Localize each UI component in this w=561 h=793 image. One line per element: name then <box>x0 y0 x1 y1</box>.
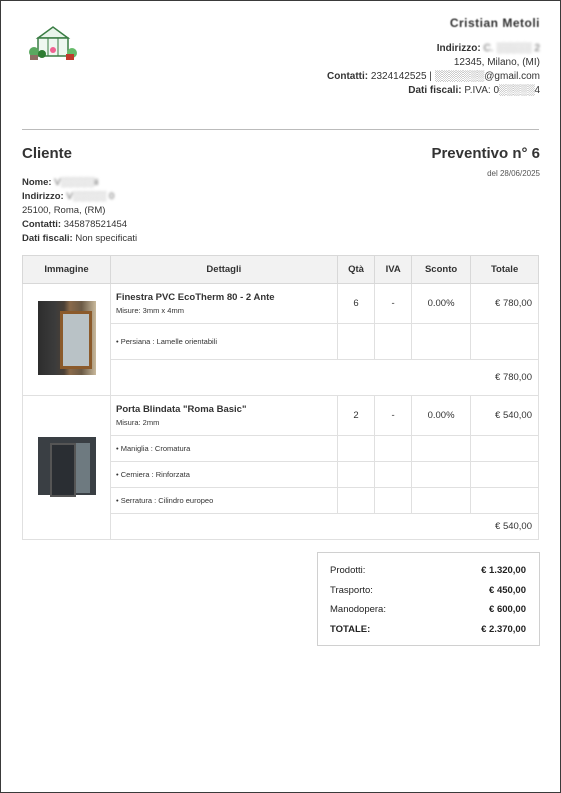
client-info: Nome: V░░░░░ii Indirizzo: V░░░░░ 0 25100… <box>22 176 137 246</box>
table-row: Porta Blindata "Roma Basic" Misura: 2mm … <box>21 395 539 540</box>
header-qty: Qtà <box>336 255 376 284</box>
product-name: Porta Blindata "Roma Basic" <box>116 404 247 415</box>
quote-date: del 28/06/2025 <box>487 169 540 178</box>
product-name: Finestra PVC EcoTherm 80 - 2 Ante <box>116 292 275 303</box>
quote-title: Preventivo n° 6 <box>431 145 540 162</box>
items-table: Immagine Dettagli Qtà IVA Sconto Totale … <box>21 255 539 540</box>
client-contacts-label: Contatti: <box>22 219 62 230</box>
table-row: Finestra PVC EcoTherm 80 - 2 Ante Misure… <box>21 283 539 396</box>
product-subtotal: € 540,00 <box>110 513 539 540</box>
product-qty: 6 <box>336 283 376 324</box>
greenhouse-logo-icon <box>28 24 78 62</box>
client-city: 25100, Roma, (RM) <box>22 205 106 216</box>
door-product-image <box>37 437 96 497</box>
client-fiscal: Non specificati <box>75 233 138 244</box>
product-image-cell <box>21 395 112 540</box>
product-measure: Misure: 3mm x 4mm <box>116 306 184 315</box>
total-label: TOTALE: <box>330 624 371 635</box>
company-city: 12345, Milano, (MI) <box>453 57 540 68</box>
shipping-value: € 450,00 <box>489 585 526 596</box>
product-qty: 2 <box>336 395 376 436</box>
product-measure: Misura: 2mm <box>116 418 160 427</box>
shipping-label: Trasporto: <box>330 585 373 596</box>
product-discount: 0.00% <box>410 283 472 324</box>
products-label: Prodotti: <box>330 565 366 576</box>
totals-shipping-row: Trasporto: € 450,00 <box>330 585 526 596</box>
client-contacts: 345878521454 <box>63 219 128 230</box>
product-details: Finestra PVC EcoTherm 80 - 2 Ante Misure… <box>110 283 338 324</box>
table-header-row: Immagine Dettagli Qtà IVA Sconto Totale <box>21 255 539 284</box>
company-contacts-label: Contatti: <box>327 71 369 82</box>
company-fiscal-label: Dati fiscali: <box>408 85 462 96</box>
header-details: Dettagli <box>110 255 338 284</box>
window-product-image <box>37 301 96 375</box>
total-value: € 2.370,00 <box>481 624 526 635</box>
product-option: • Maniglia : Cromatura <box>110 435 338 462</box>
company-fiscal: P.IVA: 0░░░░░4 <box>464 85 540 96</box>
product-iva: - <box>374 395 412 436</box>
products-value: € 1.320,00 <box>481 565 526 576</box>
totals-labor-row: Manodopera: € 600,00 <box>330 604 526 615</box>
company-address-label: Indirizzo: <box>436 43 481 54</box>
client-address: V░░░░░ 0 <box>66 191 115 202</box>
product-subtotal: € 780,00 <box>110 359 539 396</box>
company-name: Cristian Metoli <box>449 16 540 30</box>
totals-box: Prodotti: € 1.320,00 Trasporto: € 450,00… <box>317 552 540 646</box>
client-name-label: Nome: <box>22 177 52 188</box>
product-option: • Cerniera : Rinforzata <box>110 461 338 488</box>
client-heading: Cliente <box>22 145 73 162</box>
product-details: Porta Blindata "Roma Basic" Misura: 2mm <box>110 395 338 436</box>
product-image-cell <box>21 283 112 396</box>
totals-products-row: Prodotti: € 1.320,00 <box>330 565 526 576</box>
client-name: V░░░░░ii <box>54 177 99 188</box>
divider <box>22 129 539 130</box>
labor-value: € 600,00 <box>489 604 526 615</box>
company-contacts: 2324142525 | ░░░░░░░@gmail.com <box>370 71 540 82</box>
totals-grand-row: TOTALE: € 2.370,00 <box>330 624 526 635</box>
product-total: € 540,00 <box>470 395 539 436</box>
header-image: Immagine <box>21 255 112 284</box>
company-address: C. ░░░░░ 2 <box>483 43 540 54</box>
header-total: Totale <box>470 255 539 284</box>
client-fiscal-label: Dati fiscali: <box>22 233 73 244</box>
product-discount: 0.00% <box>410 395 472 436</box>
header-iva: IVA <box>374 255 412 284</box>
labor-label: Manodopera: <box>330 604 386 615</box>
product-option: • Serratura : Cilindro europeo <box>110 487 338 514</box>
product-iva: - <box>374 283 412 324</box>
product-total: € 780,00 <box>470 283 539 324</box>
header-discount: Sconto <box>410 255 472 284</box>
product-option: • Persiana : Lamelle orientabili <box>110 323 338 360</box>
client-address-label: Indirizzo: <box>22 191 64 202</box>
company-info: Cristian Metoli Indirizzo: C. ░░░░░ 2 12… <box>327 16 540 98</box>
